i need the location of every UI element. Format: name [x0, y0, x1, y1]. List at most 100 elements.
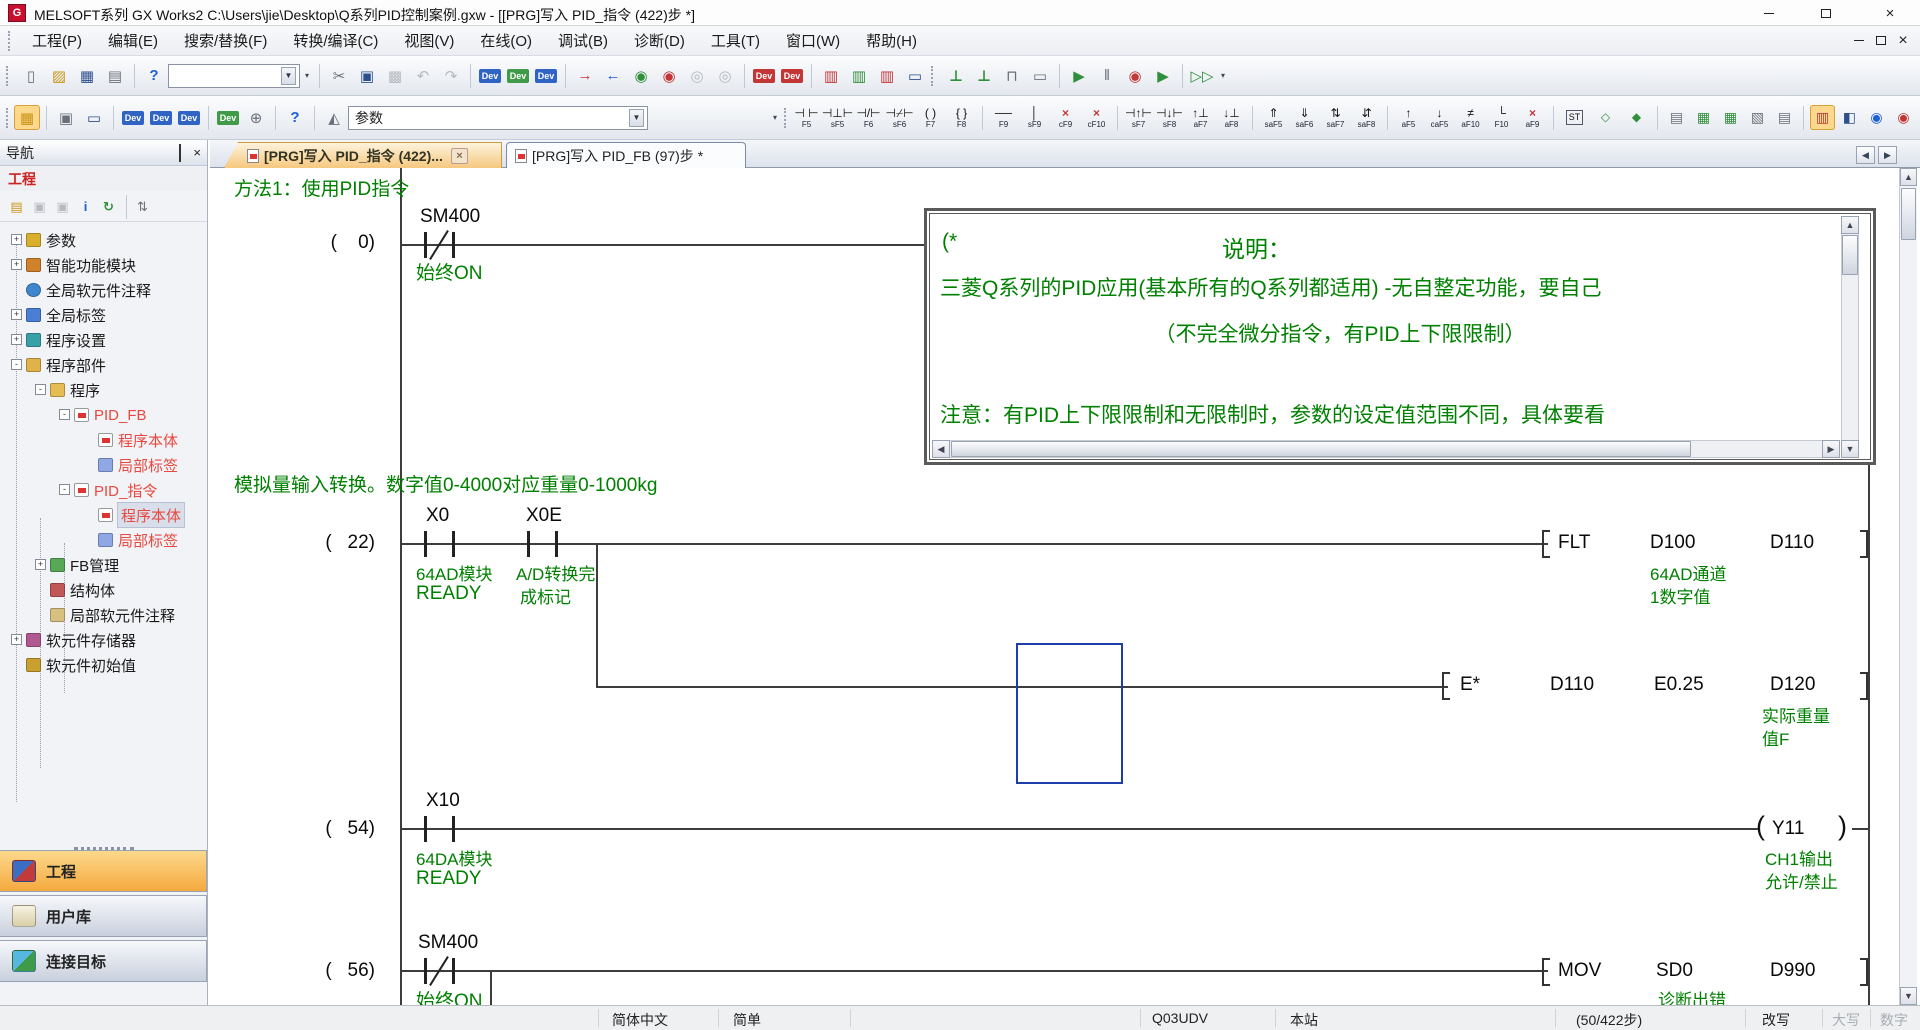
tree-item-local-device-comment[interactable]: 局部软元件注释: [70, 603, 175, 627]
paste-icon[interactable]: ▩: [382, 63, 408, 88]
paste-item-icon[interactable]: ▣: [52, 196, 73, 217]
read-from-plc-icon[interactable]: ←: [600, 63, 626, 88]
mdi-restore-button[interactable]: [1870, 31, 1892, 51]
tree-item-device-initial-value[interactable]: 软元件初始值: [46, 653, 136, 677]
editor-vscrollbar[interactable]: ▲ ▼: [1899, 168, 1917, 1005]
display-format-icon[interactable]: ▤: [1664, 105, 1689, 130]
help-icon[interactable]: ?: [141, 63, 167, 88]
pin-icon[interactable]: [179, 145, 181, 161]
note-hscroll-thumb[interactable]: [951, 441, 1691, 457]
parallel-closed-contact-icon[interactable]: ⊣⌿⊢sF6: [885, 100, 914, 136]
open-project-icon[interactable]: ▨: [46, 63, 72, 88]
push-line-icon[interactable]: └F10: [1487, 100, 1516, 136]
toolbar-overflow-chevron[interactable]: ▾: [768, 106, 782, 130]
editor-vscroll-thumb[interactable]: [1901, 188, 1916, 240]
scroll-right-icon[interactable]: ▶: [1822, 440, 1840, 458]
crosshair-icon[interactable]: ⊕: [243, 105, 269, 130]
window-split-icon[interactable]: ◧: [1837, 105, 1862, 130]
menu-tool[interactable]: 工具(T): [698, 26, 773, 55]
stop-monitor-icon[interactable]: ‖: [1094, 63, 1120, 88]
disabled-monitor-icon[interactable]: ◎: [684, 63, 710, 88]
toolbar-grip[interactable]: [6, 108, 8, 128]
print-icon[interactable]: ▤: [102, 63, 128, 88]
menu-project[interactable]: 工程(P): [19, 26, 95, 55]
close-button[interactable]: ×: [1860, 0, 1920, 26]
rising-pulse-close-icon[interactable]: ⇑saF5: [1259, 100, 1288, 136]
ladder-read-icon[interactable]: ▥: [846, 63, 872, 88]
edit-ladder-block-icon[interactable]: ◇: [1591, 100, 1620, 136]
falling-pulse-icon[interactable]: ⊣↓⊢sF8: [1155, 100, 1184, 136]
application-instruction-icon[interactable]: { }F8: [947, 100, 976, 136]
mdi-close-button[interactable]: ×: [1892, 31, 1914, 51]
disabled-monitor-icon[interactable]: ◎: [712, 63, 738, 88]
find-target-combobox[interactable]: 参数▼: [348, 106, 648, 130]
program-note-box[interactable]: (* 说明： 三菱Q系列的PID应用(基本所有的Q系列都适用) -无自整定功能，…: [924, 208, 1876, 465]
navigation-window-toggle[interactable]: ▦: [14, 105, 40, 130]
tree-item-pou[interactable]: 程序部件: [46, 353, 106, 377]
tree-item-global-label[interactable]: 全局标签: [46, 303, 106, 327]
toolbar-overflow-chevron[interactable]: ▾: [300, 64, 314, 88]
scroll-down-icon[interactable]: ▼: [1900, 987, 1917, 1005]
zoom-icon[interactable]: ◉: [1864, 105, 1889, 130]
menu-compile[interactable]: 转换/编译(C): [280, 26, 391, 55]
toolbar-grip[interactable]: [6, 66, 12, 86]
combobox-dropdown-icon[interactable]: ▼: [629, 109, 644, 127]
menu-help[interactable]: 帮助(H): [853, 26, 930, 55]
monitor-write-icon[interactable]: ▶: [1150, 63, 1176, 88]
connection-destination-button[interactable]: 连接目标: [0, 940, 207, 982]
statement-display-icon[interactable]: ▦: [1718, 105, 1743, 130]
tree-item-program[interactable]: 程序: [70, 378, 100, 402]
property-icon[interactable]: i: [75, 196, 96, 217]
minimize-button[interactable]: [1746, 0, 1792, 26]
comment-display-icon[interactable]: ▦: [1691, 105, 1716, 130]
new-item-icon[interactable]: ▤: [6, 196, 27, 217]
tree-expand-box[interactable]: +: [11, 259, 22, 270]
tree-expand-box[interactable]: +: [11, 334, 22, 345]
rising-pulse-icon[interactable]: ⊣↑⊢sF7: [1124, 100, 1153, 136]
tree-item-fb-management[interactable]: FB管理: [70, 553, 119, 577]
tree-item-intelligent-module[interactable]: 智能功能模块: [46, 253, 136, 277]
program-verify-icon[interactable]: ◉: [656, 63, 682, 88]
program-check-icon[interactable]: ◉: [628, 63, 654, 88]
copy-item-icon[interactable]: ▣: [29, 196, 50, 217]
tree-item-local-label[interactable]: 局部标签: [118, 528, 178, 552]
delete-row-icon[interactable]: ⊥: [971, 63, 997, 88]
project-view-button[interactable]: 工程: [0, 850, 207, 892]
note-display-icon[interactable]: ▧: [1745, 105, 1770, 130]
device-statement-display-icon[interactable]: Dev: [148, 105, 174, 130]
parallel-falling-close-icon[interactable]: ⇵saF8: [1352, 100, 1381, 136]
redo-icon[interactable]: ↷: [438, 63, 464, 88]
scroll-down-icon[interactable]: ▼: [1841, 440, 1859, 458]
tree-expand-box[interactable]: -: [59, 484, 70, 495]
scroll-left-icon[interactable]: ◀: [932, 440, 950, 458]
save-project-icon[interactable]: ▦: [74, 63, 100, 88]
toolbar-overflow-chevron[interactable]: ▾: [1216, 64, 1230, 88]
open-window-icon[interactable]: ▭: [902, 63, 928, 88]
tree-item-parameter[interactable]: 参数: [46, 228, 76, 252]
insert-row-icon[interactable]: ⊥: [943, 63, 969, 88]
coil-icon[interactable]: ( )F7: [916, 100, 945, 136]
device-note-display-icon[interactable]: Dev: [176, 105, 202, 130]
parallel-open-contact-icon[interactable]: ⊣⊥⊢sF5: [823, 100, 852, 136]
help-circle-icon[interactable]: ?: [282, 105, 308, 130]
menu-debug[interactable]: 调试(B): [545, 26, 621, 55]
open-contact-icon[interactable]: ⊣ ⊢F5: [792, 100, 821, 136]
refresh-icon[interactable]: ↻: [98, 196, 119, 217]
device-comment-display-icon[interactable]: Dev: [120, 105, 146, 130]
zoom-out-icon[interactable]: ◉: [1891, 105, 1916, 130]
menu-find-replace[interactable]: 搜索/替换(F): [171, 26, 280, 55]
device-display-icon[interactable]: Dev: [751, 63, 777, 88]
toolbar-grip[interactable]: [784, 108, 786, 128]
device-display-toggle-icon[interactable]: ▤: [1772, 105, 1797, 130]
close-panel-icon[interactable]: ×: [193, 145, 201, 160]
tree-expand-box[interactable]: -: [35, 384, 46, 395]
tree-item-device-memory[interactable]: 软元件存储器: [46, 628, 136, 652]
tree-item-structure[interactable]: 结构体: [70, 578, 115, 602]
invert-result-icon[interactable]: ≠aF10: [1456, 100, 1485, 136]
scroll-up-icon[interactable]: ▲: [1900, 168, 1917, 186]
vertical-line-icon[interactable]: │sF9: [1020, 100, 1049, 136]
tab-scroll-right-button[interactable]: ▶: [1878, 146, 1897, 164]
delete-horizontal-line-icon[interactable]: ×cF9: [1051, 100, 1080, 136]
ladder-cursor[interactable]: [1016, 643, 1123, 784]
inline-st-icon[interactable]: ST: [1560, 100, 1589, 136]
